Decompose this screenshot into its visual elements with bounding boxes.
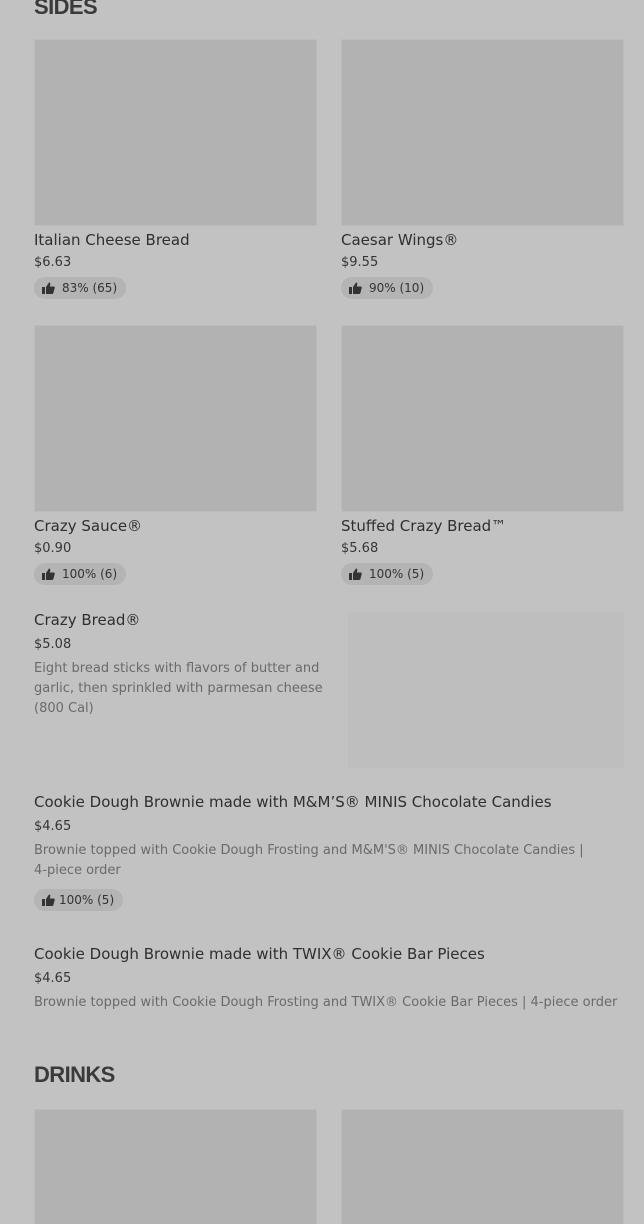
item-name: Stuffed Crazy Bread™ [341,517,507,535]
thumbs-up-icon [42,282,55,294]
item-image[interactable] [341,39,624,226]
item-description: Brownie topped with Cookie Dough Frostin… [34,995,618,1010]
list-item[interactable]: Cookie Dough Brownie made with M&M’S® MI… [0,786,644,926]
item-description: Brownie topped with Cookie Dough Frostin… [34,843,584,878]
rating-badge: 100% (5) [34,889,124,911]
item-price: $5.68 [341,541,379,556]
list-item[interactable]: Cookie Dough Brownie made with TWIX® Coo… [0,938,644,1028]
item-image[interactable] [348,612,624,768]
rating-badge: 100% (6) [34,563,127,585]
item-image[interactable] [34,325,317,512]
item-name: Cookie Dough Brownie made with M&M’S® MI… [34,793,552,811]
rating-value: 100% (5) [59,893,115,907]
item-name: Italian Cheese Bread [34,231,190,249]
menu-card[interactable]: Italian Cheese Bread $6.63 83% (65) [34,39,317,301]
rating-badge: 83% (65) [34,277,127,299]
menu-card[interactable]: Stuffed Crazy Bread™ $5.68 100% (5) [341,325,624,587]
item-price: $9.55 [341,255,379,270]
item-image[interactable] [34,39,317,226]
item-price: $5.08 [34,637,72,652]
section-title-sides: SIDES [34,0,98,19]
item-name: Cookie Dough Brownie made with TWIX® Coo… [34,945,485,963]
rating-value: 83% (65) [62,281,118,295]
menu-card[interactable]: Caesar Wings® $9.55 90% (10) [341,39,624,301]
item-description: Eight bread sticks with flavors of butte… [34,661,323,716]
item-price: $0.90 [34,541,72,556]
thumbs-up-icon [42,894,55,906]
item-name: Crazy Sauce® [34,517,143,535]
thumbs-up-icon [349,568,362,580]
item-image[interactable] [341,325,624,512]
item-price: $6.63 [34,255,72,270]
rating-badge: 90% (10) [341,277,434,299]
menu-card[interactable]: Crazy Sauce® $0.90 100% (6) [34,325,317,587]
thumbs-up-icon [42,568,55,580]
item-name: Crazy Bread® [34,611,141,629]
item-price: $4.65 [34,971,72,986]
thumbs-up-icon [349,282,362,294]
item-name: Caesar Wings® [341,231,459,249]
rating-badge: 100% (5) [341,563,434,585]
rating-value: 100% (5) [369,567,425,581]
item-price: $4.65 [34,819,72,834]
section-title-drinks: DRINKS [34,1062,115,1087]
item-image[interactable] [34,1109,317,1224]
item-image[interactable] [341,1109,624,1224]
rating-value: 90% (10) [369,281,425,295]
rating-value: 100% (6) [62,567,118,581]
